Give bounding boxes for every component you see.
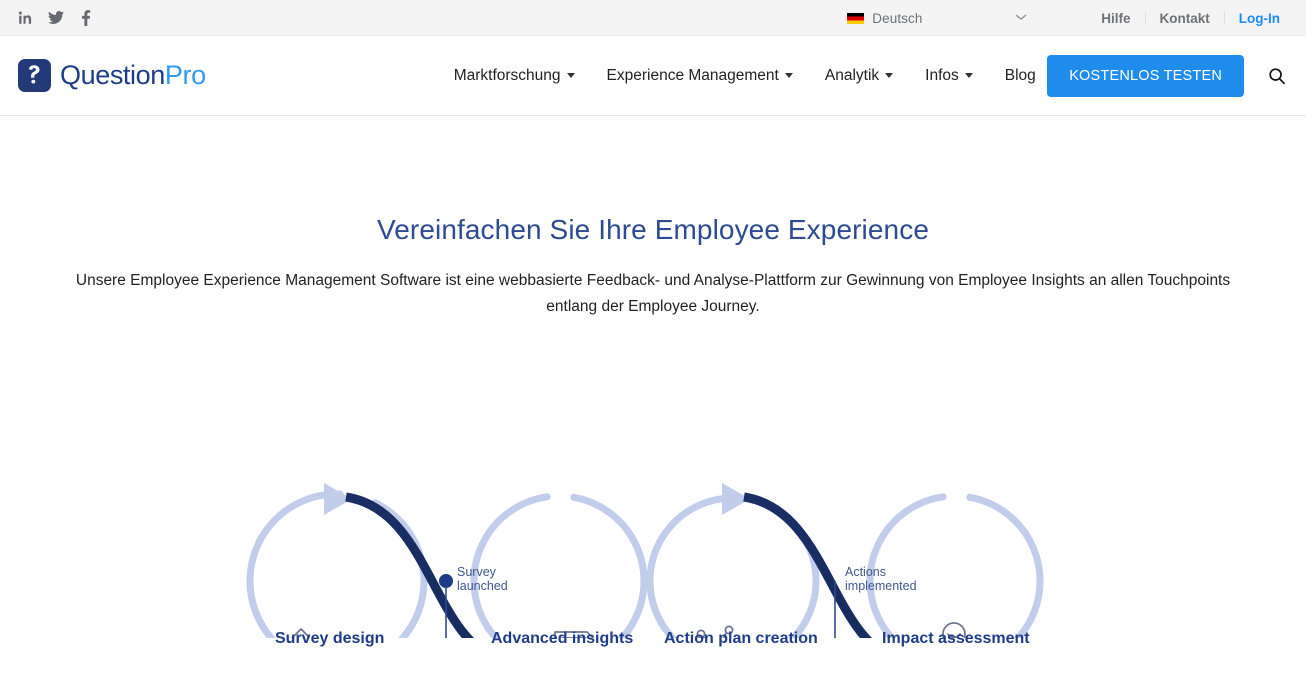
page-title: Vereinfachen Sie Ihre Employee Experienc… xyxy=(0,116,1306,246)
nav-item-experience-management[interactable]: Experience Management xyxy=(591,67,809,85)
journey-ring xyxy=(250,494,424,638)
utility-links: Hilfe Kontakt Log-In xyxy=(1087,12,1290,25)
nav-item-blog[interactable]: Blog xyxy=(989,67,1052,85)
utility-bar: Deutsch Hilfe Kontakt Log-In xyxy=(0,0,1306,36)
employee-journey-diagram: Survey launched Actions implemented Puls… xyxy=(0,338,1306,638)
facebook-icon[interactable] xyxy=(78,10,94,26)
nav-item-label: Analytik xyxy=(825,67,879,85)
step-label-impact-assessment[interactable]: Impact assessment xyxy=(882,630,1030,648)
chevron-down-icon xyxy=(785,73,793,78)
step-label-advanced-insights[interactable]: Advanced insights xyxy=(491,630,633,648)
chevron-down-icon xyxy=(965,73,973,78)
language-selector[interactable]: Deutsch xyxy=(847,11,1027,26)
free-trial-button[interactable]: KOSTENLOS TESTEN xyxy=(1047,55,1244,97)
annotation-actions-line1: Actions xyxy=(845,565,886,579)
step-label-action-plan-creation[interactable]: Action plan creation xyxy=(664,630,818,648)
nav-item-analytik[interactable]: Analytik xyxy=(809,67,909,85)
annotation-survey-line1: Survey xyxy=(457,565,497,579)
nav-item-marktforschung[interactable]: Marktforschung xyxy=(438,67,591,85)
nav-item-label: Infos xyxy=(925,67,959,85)
journey-rings xyxy=(250,494,1040,638)
nav-item-label: Experience Management xyxy=(607,67,779,85)
nav-item-label: Marktforschung xyxy=(454,67,561,85)
header-actions: KOSTENLOS TESTEN xyxy=(1047,55,1288,97)
linkedin-icon[interactable] xyxy=(18,10,34,26)
journey-ring xyxy=(474,497,644,638)
annotation-actions-line2: implemented xyxy=(845,579,917,593)
search-icon[interactable] xyxy=(1266,65,1288,87)
journey-step-labels: Survey design Advanced insights Action p… xyxy=(0,630,1306,670)
journey-svg: Survey launched Actions implemented Puls… xyxy=(0,338,1306,638)
nav-item-label: Blog xyxy=(1005,67,1036,85)
main-nav: Marktforschung Experience Management Ana… xyxy=(438,67,1052,85)
annotation-labels: Survey launched Actions implemented Puls… xyxy=(457,565,937,638)
journey-ring xyxy=(870,497,1040,638)
logo-text-pro: Pro xyxy=(165,60,206,90)
chevron-down-icon xyxy=(1015,13,1027,24)
logo[interactable]: QuestionPro xyxy=(18,59,206,92)
logo-text: QuestionPro xyxy=(60,62,206,89)
utility-link-hilfe[interactable]: Hilfe xyxy=(1087,12,1145,25)
german-flag-icon xyxy=(847,13,864,24)
page-content: Vereinfachen Sie Ihre Employee Experienc… xyxy=(0,116,1306,670)
twitter-icon[interactable] xyxy=(48,10,64,26)
questionpro-mark-icon xyxy=(18,59,51,92)
step-label-survey-design[interactable]: Survey design xyxy=(275,630,384,648)
utility-link-login[interactable]: Log-In xyxy=(1225,12,1290,25)
nav-item-infos[interactable]: Infos xyxy=(909,67,989,85)
site-header: QuestionPro Marktforschung Experience Ma… xyxy=(0,36,1306,116)
logo-text-question: Question xyxy=(60,60,165,90)
chevron-down-icon xyxy=(885,73,893,78)
utility-bar-right: Deutsch Hilfe Kontakt Log-In xyxy=(847,0,1290,36)
utility-link-kontakt[interactable]: Kontakt xyxy=(1146,12,1225,25)
language-label: Deutsch xyxy=(872,11,922,26)
page-subtitle: Unsere Employee Experience Management So… xyxy=(55,268,1251,320)
annotation-survey-line2: launched xyxy=(457,579,508,593)
social-links xyxy=(18,10,94,26)
chevron-down-icon xyxy=(567,73,575,78)
